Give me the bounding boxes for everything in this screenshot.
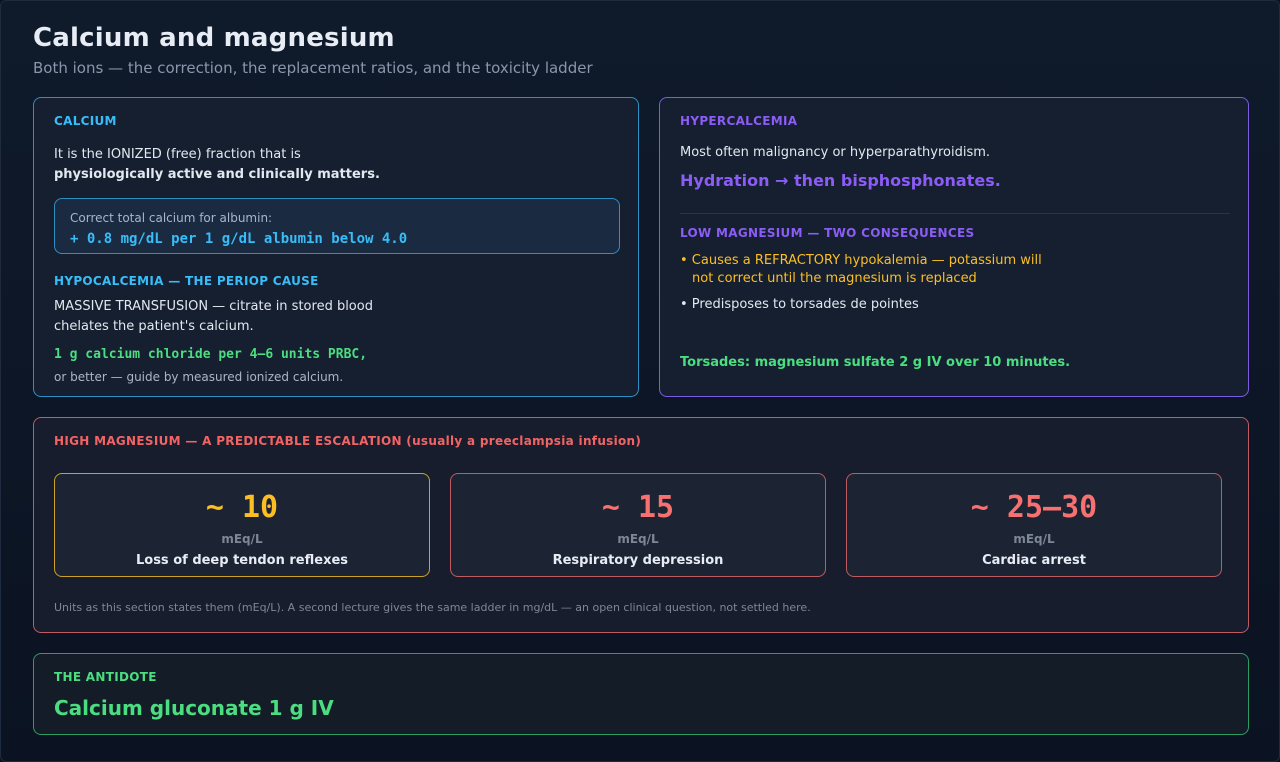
dose-note: or better — guide by measured ionized ca… (54, 370, 344, 384)
hypocalcemia-heading: HYPOCALCEMIA — THE PERIOP CAUSE (54, 274, 319, 288)
tier-effect: Loss of deep tendon reflexes (135, 553, 349, 568)
high-magnesium-heading: HIGH MAGNESIUM — A PREDICTABLE ESCALATIO… (54, 434, 642, 448)
tier-unit: mEq/L (221, 532, 263, 546)
hypercalcemia-heading: HYPERCALCEMIA (680, 114, 798, 128)
toxicity-tier: ~ 25–30 mEq/L Cardiac arrest (846, 473, 1222, 577)
toxicity-tier: ~ 15 mEq/L Respiratory depression (450, 473, 826, 577)
calcium-card: CALCIUM It is the IONIZED (free) fractio… (33, 97, 639, 397)
tier-unit: mEq/L (1013, 532, 1055, 546)
correction-formula: + 0.8 mg/dL per 1 g/dL albumin below 4.0 (70, 231, 408, 247)
page-title: Calcium and magnesium (33, 23, 395, 53)
hypocalcemia-line2: chelates the patient's calcium. (54, 319, 254, 334)
hypercalcemia-cause: Most often malignancy or hyperparathyroi… (680, 145, 991, 160)
calcium-intro-line1: It is the IONIZED (free) fraction that i… (54, 147, 301, 162)
high-magnesium-card: HIGH MAGNESIUM — A PREDICTABLE ESCALATIO… (33, 417, 1249, 633)
tier-level: ~ 15 (601, 490, 675, 525)
section-divider (680, 213, 1230, 214)
page-subtitle: Both ions — the correction, the replacem… (33, 59, 593, 77)
tier-level: ~ 10 (205, 490, 279, 525)
hypercalcemia-card: HYPERCALCEMIA Most often malignancy or h… (659, 97, 1249, 397)
toxicity-tier: ~ 10 mEq/L Loss of deep tendon reflexes (54, 473, 430, 577)
tier-unit: mEq/L (617, 532, 659, 546)
torsades-treatment: Torsades: magnesium sulfate 2 g IV over … (680, 355, 1071, 370)
calcium-intro-line2: physiologically active and clinically ma… (54, 167, 380, 182)
calcium-heading: CALCIUM (54, 114, 117, 128)
tier-effect: Cardiac arrest (982, 553, 1086, 568)
refractory-hypokalemia-bullet-cont: not correct until the magnesium is repla… (692, 271, 977, 286)
tier-effect: Respiratory depression (552, 553, 724, 568)
antidote-card: THE ANTIDOTE Calcium gluconate 1 g IV (33, 653, 1249, 735)
torsades-bullet: • Predisposes to torsades de pointes (680, 297, 919, 312)
low-magnesium-heading: LOW MAGNESIUM — TWO CONSEQUENCES (680, 226, 975, 240)
antidote-text: Calcium gluconate 1 g IV (54, 696, 334, 720)
units-footnote: Units as this section states them (mEq/L… (54, 601, 811, 614)
calcium-chloride-dose: 1 g calcium chloride per 4–6 units PRBC, (54, 347, 368, 362)
hypocalcemia-line1: MASSIVE TRANSFUSION — citrate in stored … (54, 299, 373, 314)
antidote-heading: THE ANTIDOTE (54, 670, 157, 684)
albumin-correction-box: Correct total calcium for albumin: + 0.8… (54, 198, 620, 254)
slide-frame: Calcium and magnesium Both ions — the co… (0, 0, 1280, 762)
refractory-hypokalemia-bullet: • Causes a REFRACTORY hypokalemia — pota… (680, 253, 1042, 268)
correction-label: Correct total calcium for albumin: (70, 211, 273, 225)
hypercalcemia-treatment: Hydration → then bisphosphonates. (680, 171, 1001, 190)
tier-level: ~ 25–30 (970, 490, 1098, 525)
